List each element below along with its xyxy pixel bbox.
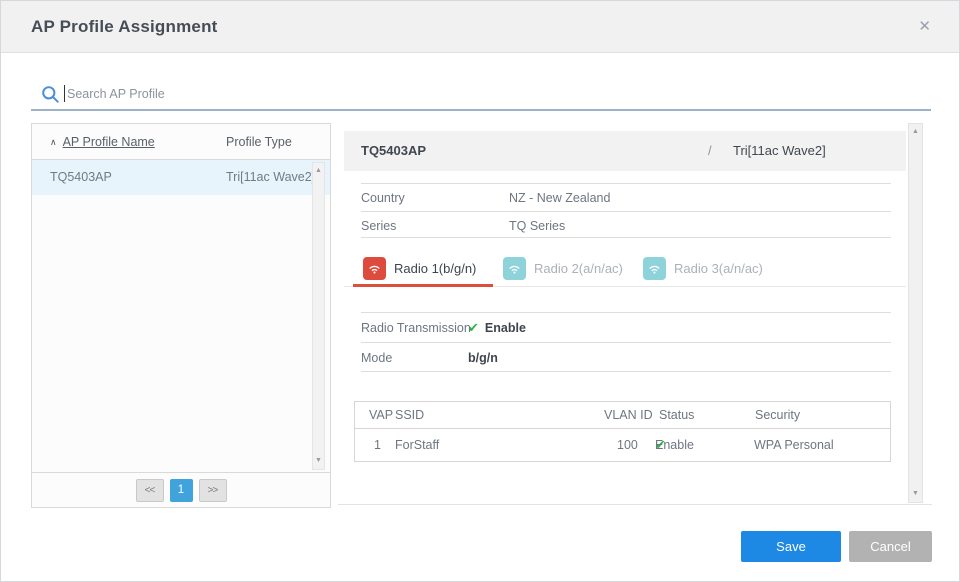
vap-table: VAP SSID VLAN ID Status Security 1 ForSt… (354, 401, 891, 462)
search-icon (41, 85, 60, 109)
vlan-cell: 100 (617, 429, 638, 461)
radio-transmission-value: ✔Enable (468, 313, 526, 343)
radio-transmission-label: Radio Transmission (361, 313, 471, 343)
tab-radio-2[interactable]: Radio 2(a/n/ac) (503, 254, 623, 282)
country-value: NZ - New Zealand (509, 184, 610, 212)
series-label: Series (361, 212, 396, 240)
cancel-button[interactable]: Cancel (849, 531, 932, 562)
search-underline (31, 109, 931, 111)
detail-separator: / (708, 131, 712, 171)
tab-radio-1-label: Radio 1(b/g/n) (394, 261, 476, 276)
pagination-bar: << 1 >> (32, 472, 330, 507)
sort-ascending-icon: ∧ (50, 137, 57, 147)
column-header-profile-type[interactable]: Profile Type (226, 124, 292, 160)
vap-col-header: VAP (369, 402, 393, 429)
detail-profile-name: TQ5403AP (361, 131, 426, 171)
country-label: Country (361, 184, 405, 212)
ssid-col-header: SSID (395, 402, 424, 429)
profile-list-row-selected[interactable]: TQ5403AP Tri[11ac Wave2] (32, 160, 330, 195)
ssid-cell: ForStaff (395, 429, 439, 461)
tab-radio-3-label: Radio 3(a/n/ac) (674, 261, 763, 276)
series-value: TQ Series (509, 212, 565, 240)
vlan-col-header: VLAN ID (604, 402, 653, 429)
detail-scrollbar[interactable]: ▲ ▼ (908, 123, 923, 503)
detail-profile-type: Tri[11ac Wave2] (733, 131, 826, 171)
field-row-country: Country NZ - New Zealand (361, 183, 891, 211)
pagination-page-1-button[interactable]: 1 (170, 479, 193, 502)
profile-list-header: ∧AP Profile Name Profile Type (32, 124, 330, 160)
active-tab-underline (353, 284, 493, 287)
wifi-icon (503, 257, 526, 280)
save-button[interactable]: Save (741, 531, 841, 562)
scroll-up-icon[interactable]: ▲ (909, 127, 922, 137)
pagination-next-button[interactable]: >> (199, 479, 227, 502)
profile-detail-panel: TQ5403AP / Tri[11ac Wave2] Country NZ - … (338, 123, 932, 505)
text-cursor (64, 85, 65, 102)
scroll-down-icon[interactable]: ▼ (909, 489, 922, 499)
mode-value: b/g/n (468, 343, 498, 373)
check-icon: ✔ (468, 320, 479, 335)
close-icon[interactable]: ✕ (918, 1, 931, 53)
list-scrollbar[interactable]: ▲ ▼ (312, 162, 325, 470)
vap-cell: 1 (374, 429, 381, 461)
wifi-icon (643, 257, 666, 280)
dialog-titlebar: AP Profile Assignment ✕ (1, 1, 959, 53)
vap-table-header: VAP SSID VLAN ID Status Security (355, 402, 890, 429)
column-header-ap-profile-name[interactable]: ∧AP Profile Name (50, 124, 155, 161)
profile-type-cell: Tri[11ac Wave2] (226, 160, 315, 195)
mode-label: Mode (361, 343, 392, 373)
scroll-down-icon[interactable]: ▼ (313, 456, 324, 466)
wifi-icon (363, 257, 386, 280)
ap-profile-assignment-dialog: AP Profile Assignment ✕ ∧AP Profile Name… (0, 0, 960, 582)
radio-properties: Radio Transmission ✔Enable Mode b/g/n (361, 312, 891, 372)
radio-transmission-row: Radio Transmission ✔Enable (361, 312, 891, 342)
status-col-header: Status (659, 402, 694, 429)
profile-name-cell: TQ5403AP (50, 160, 112, 195)
dialog-title: AP Profile Assignment (31, 1, 218, 53)
pagination-prev-button[interactable]: << (136, 479, 164, 502)
search-input[interactable] (67, 81, 923, 106)
vap-table-row: 1 ForStaff 100 ✔Enable WPA Personal (355, 429, 890, 461)
field-row-series: Series TQ Series (361, 211, 891, 238)
scroll-up-icon[interactable]: ▲ (313, 166, 324, 176)
security-col-header: Security (755, 402, 800, 429)
security-cell: WPA Personal (754, 429, 834, 461)
detail-fields: Country NZ - New Zealand Series TQ Serie… (361, 183, 891, 238)
detail-header: TQ5403AP / Tri[11ac Wave2] (344, 131, 906, 171)
tab-radio-2-label: Radio 2(a/n/ac) (534, 261, 623, 276)
profile-list-panel: ∧AP Profile Name Profile Type TQ5403AP T… (31, 123, 331, 508)
tab-radio-3[interactable]: Radio 3(a/n/ac) (643, 254, 763, 282)
tab-radio-1[interactable]: Radio 1(b/g/n) (363, 254, 476, 282)
mode-row: Mode b/g/n (361, 342, 891, 372)
